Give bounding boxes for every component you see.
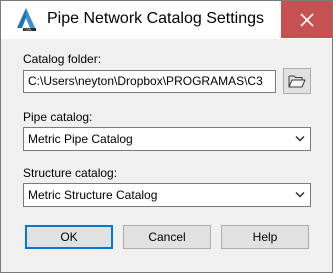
help-button[interactable]: Help xyxy=(221,225,309,249)
autocad-civil-icon: CIVIL xyxy=(15,7,37,32)
close-button[interactable] xyxy=(281,1,332,38)
cancel-button[interactable]: Cancel xyxy=(123,225,211,249)
catalog-folder-label: Catalog folder: xyxy=(23,52,102,66)
dialog-content: Catalog folder: C:\Users\neyton\Dropbox\… xyxy=(1,39,332,272)
structure-catalog-select[interactable]: Metric Structure Catalog xyxy=(23,183,311,207)
close-icon xyxy=(299,12,314,27)
chevron-down-icon xyxy=(295,135,305,142)
title-bar[interactable]: CIVIL Pipe Network Catalog Settings xyxy=(1,1,332,39)
pipe-catalog-select[interactable]: Metric Pipe Catalog xyxy=(23,127,311,151)
pipe-catalog-value: Metric Pipe Catalog xyxy=(28,132,133,146)
browse-folder-button[interactable] xyxy=(283,68,311,94)
svg-text:CIVIL: CIVIL xyxy=(25,28,33,31)
folder-open-icon xyxy=(288,75,306,88)
structure-catalog-value: Metric Structure Catalog xyxy=(28,188,158,202)
pipe-catalog-label: Pipe catalog: xyxy=(23,110,93,124)
ok-button[interactable]: OK xyxy=(25,225,113,249)
dialog-window: CIVIL Pipe Network Catalog Settings Cata… xyxy=(0,0,333,273)
catalog-folder-field[interactable]: C:\Users\neyton\Dropbox\PROGRAMAS\C3 xyxy=(23,70,276,93)
chevron-down-icon xyxy=(295,191,305,198)
window-title: Pipe Network Catalog Settings xyxy=(47,10,264,27)
structure-catalog-label: Structure catalog: xyxy=(23,166,118,180)
